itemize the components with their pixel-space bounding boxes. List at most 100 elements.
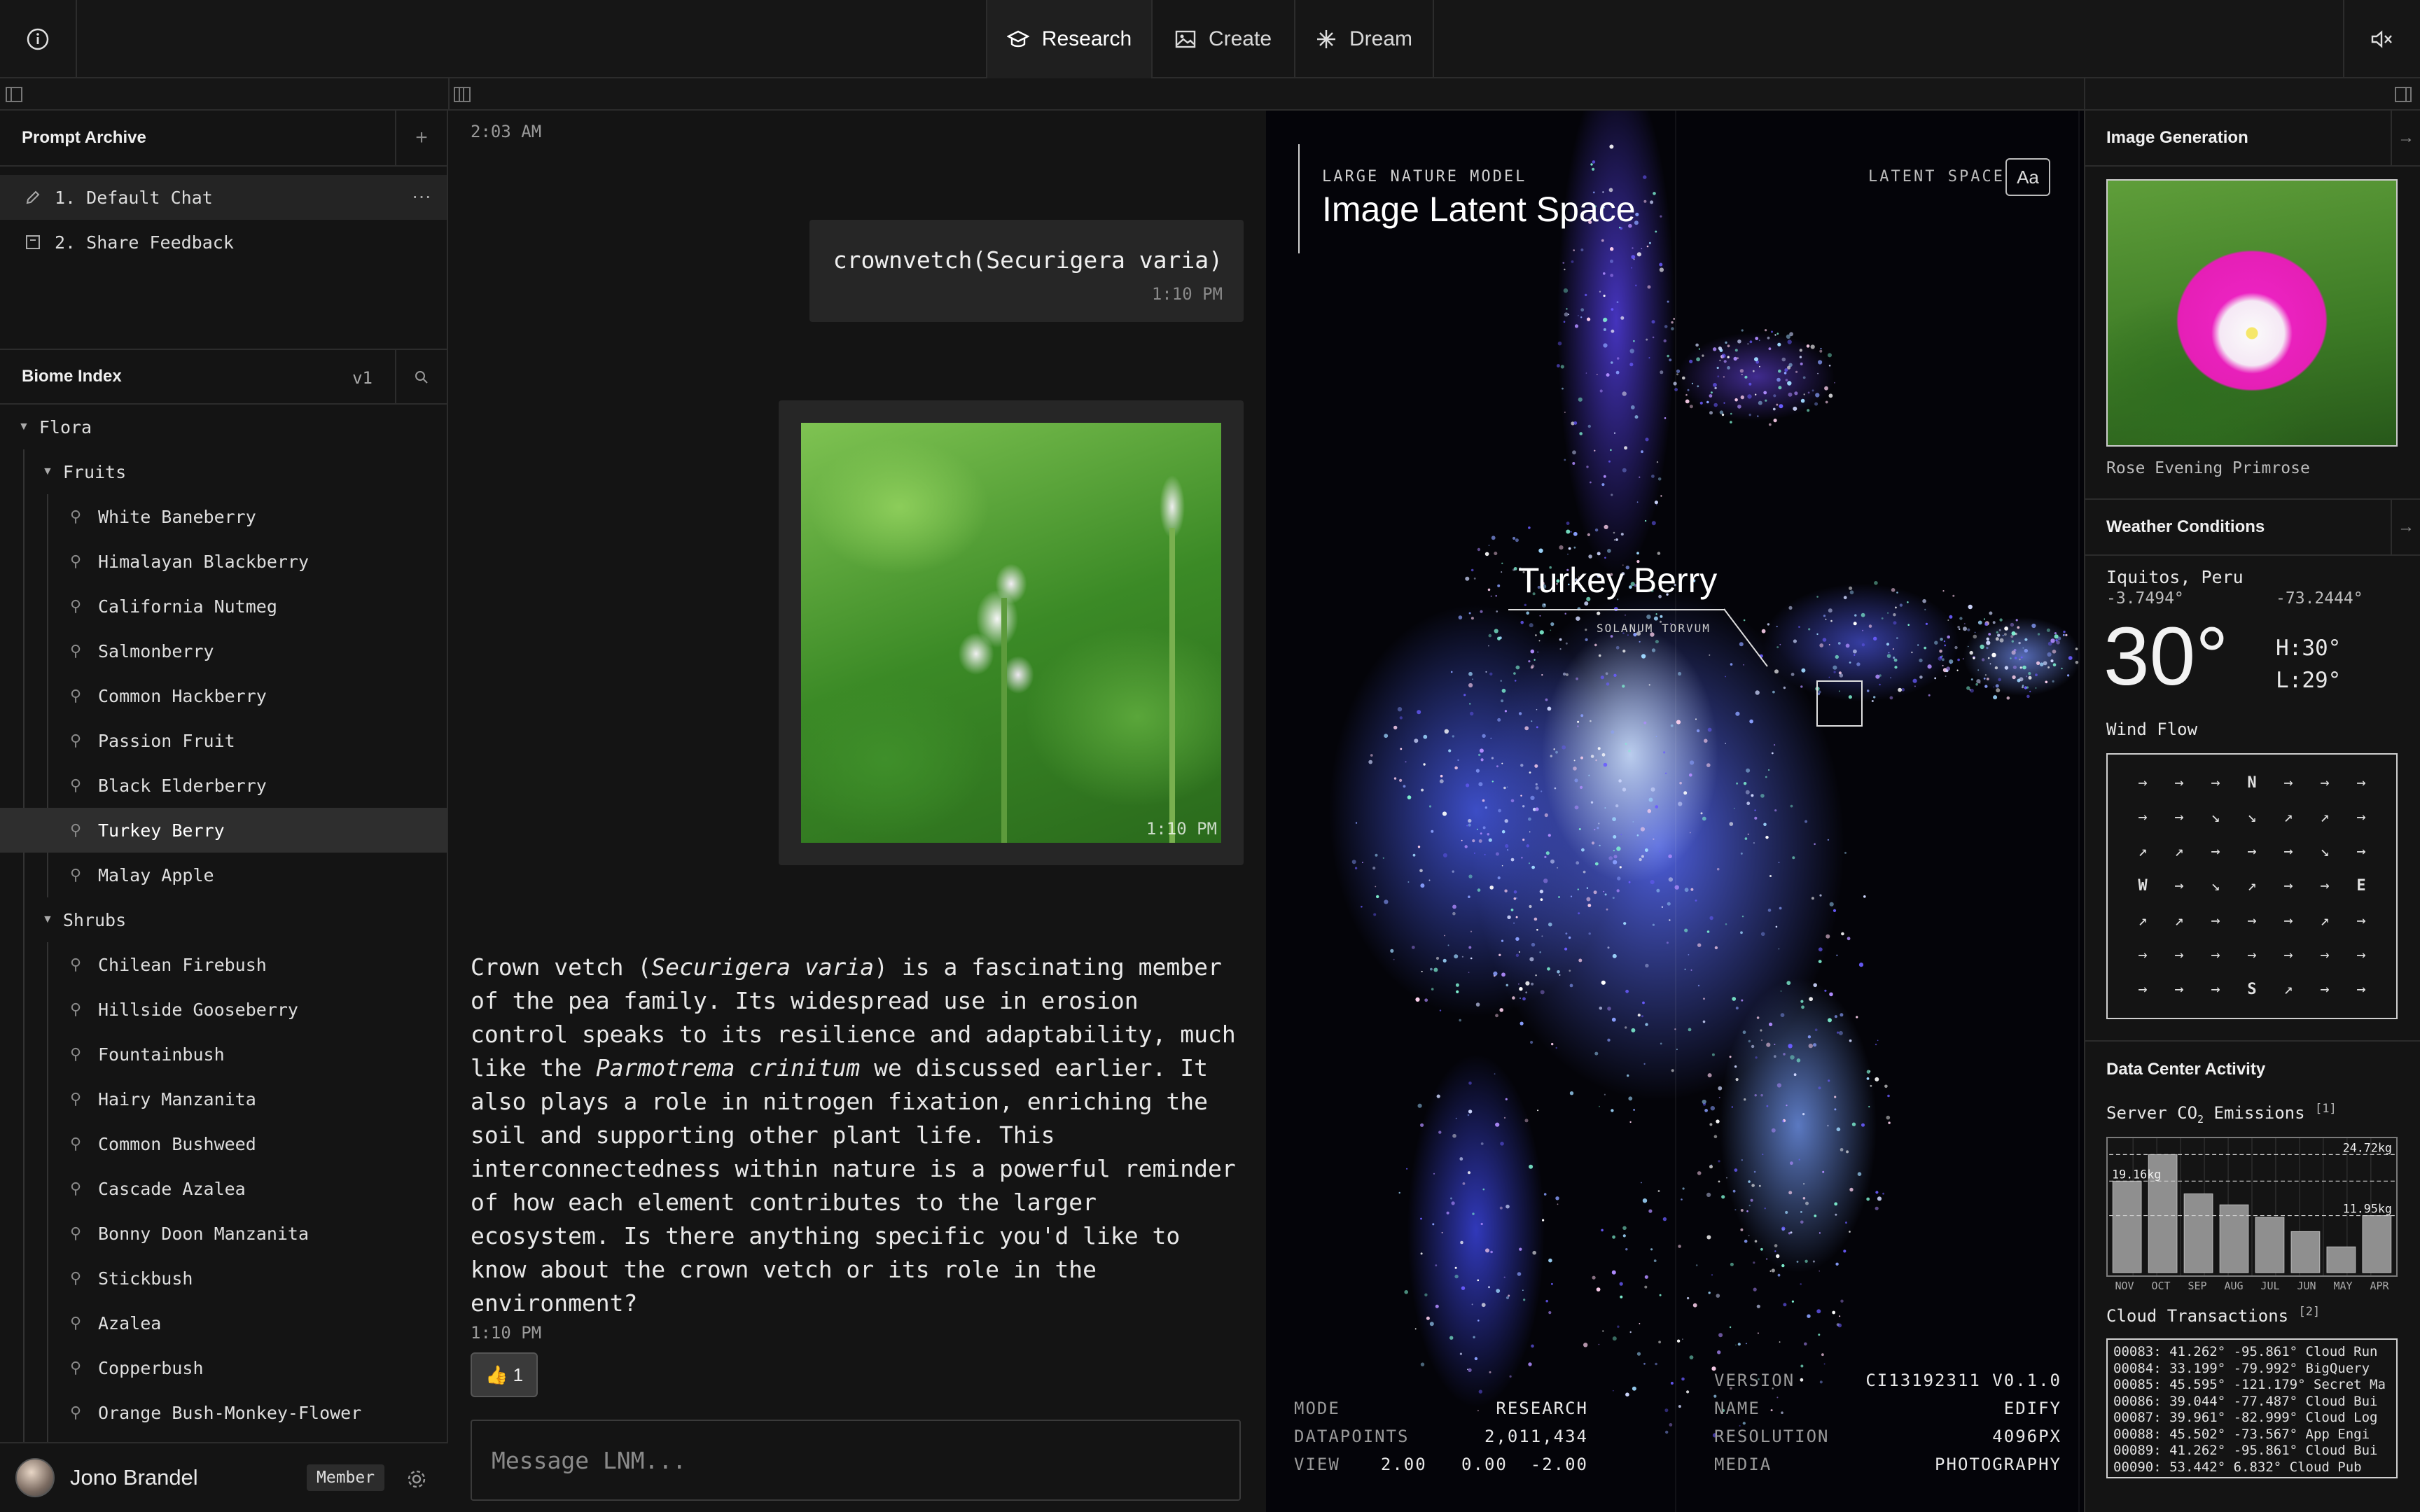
add-prompt-button[interactable]: +	[395, 111, 447, 165]
latent-point	[1884, 1084, 1888, 1088]
latent-point	[1610, 449, 1612, 451]
latent-point	[1578, 397, 1583, 402]
latent-point	[1769, 1270, 1772, 1272]
latent-space-view[interactable]: LARGE NATURE MODEL Image Latent Space LA…	[1266, 111, 2084, 1512]
latent-point	[1654, 500, 1658, 505]
tree-leaf[interactable]: ⚲ Malay Apple	[0, 853, 447, 897]
latent-point	[1814, 843, 1816, 846]
latent-point	[2029, 690, 2031, 693]
collapse-chat-icon[interactable]	[454, 87, 471, 102]
avatar[interactable]	[15, 1458, 55, 1497]
reaction-thumbs-up[interactable]: 👍 1	[471, 1352, 538, 1397]
latent-point	[1431, 830, 1434, 833]
tree-leaf[interactable]: ⚲ Azalea	[0, 1301, 447, 1345]
message-input[interactable]: Message LNM...	[471, 1420, 1241, 1501]
latent-point	[1653, 616, 1658, 621]
latent-point	[1615, 370, 1620, 374]
latent-point	[1605, 672, 1608, 676]
latent-point	[1818, 1086, 1821, 1090]
latent-point	[1861, 1123, 1865, 1127]
tree-leaf[interactable]: ⚲ Fountainbush	[0, 1032, 447, 1077]
focus-selection-box[interactable]	[1816, 680, 1863, 727]
co2-month-label: JUL	[2260, 1280, 2280, 1292]
latent-point	[1959, 617, 1963, 620]
tree-node-flora[interactable]: ▼ Flora	[0, 405, 447, 449]
tree-node-shrubs[interactable]: ▼ Shrubs	[0, 897, 447, 942]
latent-point	[2028, 672, 2031, 676]
tree-leaf[interactable]: ⚲ Salmonberry	[0, 629, 447, 673]
latent-point	[1488, 1286, 1490, 1289]
latent-point	[1670, 724, 1674, 727]
latent-point	[1481, 1303, 1486, 1308]
tree-leaf[interactable]: ⚲ Orange Bush-Monkey-Flower	[0, 1390, 447, 1435]
search-button[interactable]	[395, 350, 447, 405]
tab-create[interactable]: Create	[1151, 0, 1294, 78]
latent-point	[1788, 1191, 1793, 1195]
latent-point	[1648, 241, 1651, 244]
latent-point	[1470, 617, 1474, 620]
tree-leaf[interactable]: ⚲ White Baneberry	[0, 494, 447, 539]
latent-point	[1412, 853, 1416, 857]
tree-leaf[interactable]: ⚲ Copperbush	[0, 1345, 447, 1390]
latent-point	[1669, 1423, 1673, 1427]
latent-point	[2019, 658, 2021, 661]
tree-leaf[interactable]: ⚲ Black Elderberry	[0, 763, 447, 808]
latent-point	[1632, 1386, 1636, 1391]
latent-point	[1496, 610, 1498, 612]
latent-point	[1805, 1201, 1809, 1205]
latent-point	[1893, 613, 1896, 617]
latent-point	[1612, 953, 1617, 958]
latent-point	[1741, 1159, 1743, 1161]
latent-point	[1521, 856, 1523, 859]
collapse-right-panel-icon[interactable]	[2395, 87, 2412, 102]
latent-point	[1835, 1213, 1837, 1216]
archive-item-share-feedback[interactable]: 2. Share Feedback	[0, 220, 447, 265]
latent-point	[1629, 1331, 1632, 1334]
latent-point	[1557, 867, 1559, 869]
font-toggle-button[interactable]: Aa	[2005, 158, 2050, 196]
latent-point	[1635, 212, 1639, 216]
latent-point	[1528, 817, 1531, 821]
latent-point	[1506, 786, 1508, 788]
tree-leaf[interactable]: ⚲ Turkey Berry	[0, 808, 447, 853]
latent-point	[1440, 774, 1443, 778]
latent-point	[1572, 450, 1576, 455]
crownvetch-photo[interactable]: 1:10 PM	[801, 423, 1221, 843]
info-button[interactable]	[0, 0, 77, 78]
weather-open-button[interactable]: →	[2391, 500, 2420, 554]
tree-leaf[interactable]: ⚲ Cascade Azalea	[0, 1166, 447, 1211]
tree-leaf[interactable]: ⚲ Hairy Manzanita	[0, 1077, 447, 1121]
latent-point	[1681, 1198, 1683, 1200]
tab-dream[interactable]: Dream	[1294, 0, 1434, 78]
tab-research[interactable]: Research	[986, 0, 1151, 78]
archive-item-default-chat[interactable]: 1. Default Chat ···	[0, 175, 447, 220]
latent-point	[1442, 853, 1447, 858]
latent-point	[1459, 1157, 1463, 1161]
tree-leaf[interactable]: ⚲ Stickbush	[0, 1256, 447, 1301]
tree-node-fruits[interactable]: ▼ Fruits	[0, 449, 447, 494]
image-generation-open-button[interactable]: →	[2391, 111, 2420, 165]
tree-leaf[interactable]: ⚲ Himalayan Blackberry	[0, 539, 447, 584]
latent-point	[1645, 963, 1649, 968]
tree-leaf[interactable]: ⚲ Passion Fruit	[0, 718, 447, 763]
tree-leaf[interactable]: ⚲ Common Hackberry	[0, 673, 447, 718]
caret-down-icon: ▼	[42, 913, 53, 925]
mute-button[interactable]	[2343, 0, 2420, 78]
wind-arrow-icon: →	[2211, 911, 2220, 930]
latent-point	[1709, 411, 1713, 415]
latent-point	[1550, 629, 1552, 631]
generated-primrose-image[interactable]	[2106, 179, 2398, 447]
tree-leaf[interactable]: ⚲ Chilean Firebush	[0, 942, 447, 987]
tree-leaf[interactable]: ⚲ Common Bushweed	[0, 1121, 447, 1166]
tree-leaf[interactable]: ⚲ Hillside Gooseberry	[0, 987, 447, 1032]
latent-point	[1717, 1350, 1721, 1354]
latent-point	[1539, 889, 1544, 894]
collapse-left-panel-icon[interactable]	[6, 87, 22, 102]
latent-point	[1760, 1039, 1763, 1042]
settings-gear-icon[interactable]	[406, 1469, 427, 1490]
tree-leaf[interactable]: ⚲ Bonny Doon Manzanita	[0, 1211, 447, 1256]
more-options-icon[interactable]: ···	[412, 185, 431, 207]
latent-point	[1609, 144, 1614, 149]
tree-leaf[interactable]: ⚲ California Nutmeg	[0, 584, 447, 629]
latent-point	[2054, 632, 2057, 635]
